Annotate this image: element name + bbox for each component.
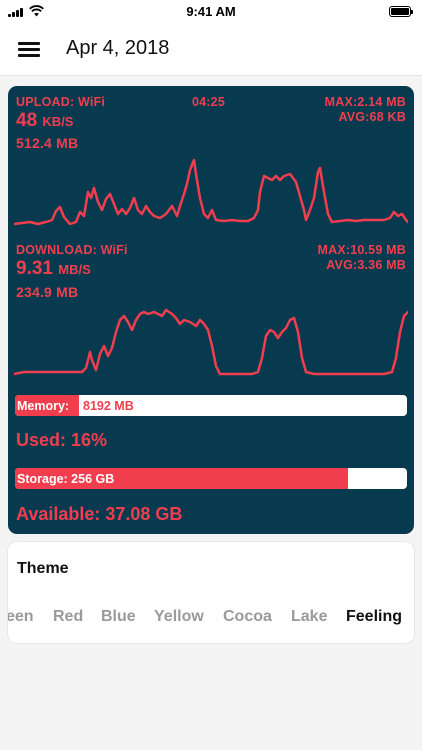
download-graph (14, 308, 408, 376)
upload-label: UPLOAD: WiFi (16, 95, 106, 109)
download-total: 234.9 MB (16, 284, 79, 300)
theme-option-blue[interactable]: Blue (101, 608, 136, 626)
upload-max: MAX:2.14 MB (324, 95, 406, 109)
memory-label: Memory: (17, 399, 70, 413)
theme-option-yellow[interactable]: Yellow (154, 608, 204, 626)
download-graph-line (14, 308, 408, 376)
elapsed-time: 04:25 (192, 95, 225, 109)
memory-bar: Memory: 8192 MB (15, 395, 407, 416)
battery-icon (389, 6, 413, 17)
theme-title: Theme (17, 560, 69, 577)
status-time: 9:41 AM (186, 4, 236, 19)
theme-option-cocoa[interactable]: Cocoa (223, 608, 272, 626)
download-label: DOWNLOAD: WiFi (16, 243, 128, 257)
theme-option-lake[interactable]: Lake (291, 608, 327, 626)
theme-option-green[interactable]: een (8, 608, 34, 626)
storage-bar: Storage: 256 GB (15, 468, 407, 489)
download-rate-unit: MB/S (58, 262, 91, 277)
status-bar: 9:41 AM (0, 0, 422, 24)
theme-option-feeling[interactable]: Feeling (346, 608, 402, 626)
theme-option-red[interactable]: Red (53, 608, 83, 626)
upload-rate-value: 48 (16, 110, 38, 131)
navigation-bar: Apr 4, 2018 (0, 24, 422, 76)
upload-graph (14, 158, 408, 226)
memory-used: Used: 16% (16, 430, 108, 450)
upload-graph-line (14, 158, 408, 226)
download-rate: 9.31 MB/S (16, 258, 91, 280)
download-avg: AVG:3.36 MB (326, 258, 406, 272)
download-rate-value: 9.31 (16, 258, 53, 279)
theme-card: Theme een Red Blue Yellow Cocoa Lake Fee… (8, 542, 414, 643)
storage-label: Storage: 256 GB (17, 472, 115, 486)
upload-total: 512.4 MB (16, 135, 79, 151)
upload-rate-unit: KB/S (42, 114, 74, 129)
page-title: Apr 4, 2018 (66, 37, 170, 59)
storage-available: Available: 37.08 GB (16, 504, 183, 524)
network-monitor-panel: UPLOAD: WiFi 04:25 MAX:2.14 MB AVG:68 KB… (8, 86, 414, 534)
upload-rate: 48 KB/S (16, 110, 73, 132)
menu-icon[interactable] (18, 41, 40, 57)
memory-value: 8192 MB (83, 399, 134, 413)
download-max: MAX:10.59 MB (317, 243, 406, 257)
upload-avg: AVG:68 KB (338, 110, 406, 124)
theme-options[interactable]: een Red Blue Yellow Cocoa Lake Feeling (8, 608, 414, 632)
